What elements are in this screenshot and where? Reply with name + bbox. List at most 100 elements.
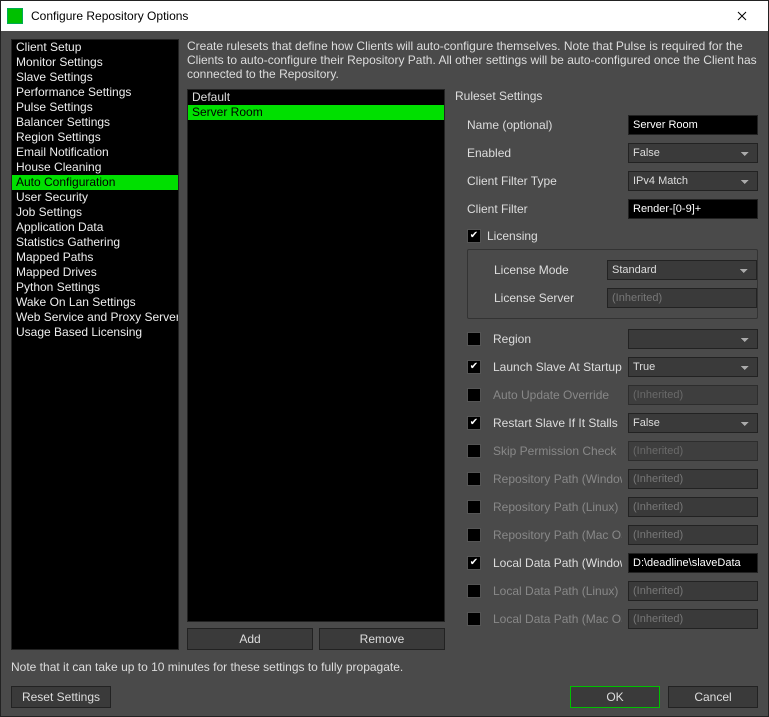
ruleset-column: DefaultServer Room Add Remove — [187, 89, 445, 650]
window-title: Configure Repository Options — [31, 9, 722, 23]
skipPerm-label: Skip Permission Check — [493, 444, 622, 458]
sidebar-item[interactable]: Balancer Settings — [12, 115, 178, 130]
localLinux-input[interactable] — [628, 581, 758, 601]
sidebar-item[interactable]: Region Settings — [12, 130, 178, 145]
restartSlave-input[interactable]: False — [628, 413, 758, 433]
localMac-checkbox[interactable] — [467, 612, 481, 626]
settings-title: Ruleset Settings — [455, 89, 758, 103]
localWin-label: Local Data Path (Windows) — [493, 556, 622, 570]
setting-row-localWin: Local Data Path (Windows) — [467, 549, 758, 577]
ruleset-item[interactable]: Default — [188, 90, 444, 105]
skipPerm-input[interactable]: (Inherited) — [628, 441, 758, 461]
add-button[interactable]: Add — [187, 628, 313, 650]
sidebar-item[interactable]: Performance Settings — [12, 85, 178, 100]
localLinux-checkbox[interactable] — [467, 584, 481, 598]
sidebar-item[interactable]: Mapped Drives — [12, 265, 178, 280]
name-input[interactable] — [628, 115, 758, 135]
licensing-label: Licensing — [487, 229, 538, 243]
sidebar-item[interactable]: Statistics Gathering — [12, 235, 178, 250]
sidebar-item[interactable]: Application Data — [12, 220, 178, 235]
setting-row-skipPerm: Skip Permission Check (Inherited) — [467, 437, 758, 465]
repoMac-checkbox[interactable] — [467, 528, 481, 542]
client-filter-type-label: Client Filter Type — [467, 174, 622, 188]
sidebar-item[interactable]: Python Settings — [12, 280, 178, 295]
ruleset-list[interactable]: DefaultServer Room — [187, 89, 445, 622]
enabled-select[interactable]: False — [628, 143, 758, 163]
content-area: Client SetupMonitor SettingsSlave Settin… — [1, 31, 768, 716]
setting-row-repoLinux: Repository Path (Linux) — [467, 493, 758, 521]
main-row: Client SetupMonitor SettingsSlave Settin… — [11, 39, 758, 650]
description-text: Create rulesets that define how Clients … — [187, 39, 758, 81]
restartSlave-checkbox[interactable] — [467, 416, 481, 430]
setting-row-launchSlave: Launch Slave At Startup True — [467, 353, 758, 381]
sidebar-item[interactable]: User Security — [12, 190, 178, 205]
repoWin-label: Repository Path (Windows) — [493, 472, 622, 486]
setting-row-repoWin: Repository Path (Windows) — [467, 465, 758, 493]
sidebar-item[interactable]: Mapped Paths — [12, 250, 178, 265]
enabled-label: Enabled — [467, 146, 622, 160]
repoWin-checkbox[interactable] — [467, 472, 481, 486]
launchSlave-label: Launch Slave At Startup — [493, 360, 622, 374]
repoWin-input[interactable] — [628, 469, 758, 489]
setting-row-repoMac: Repository Path (Mac OSX) — [467, 521, 758, 549]
setting-row-region: Region — [467, 325, 758, 353]
localMac-label: Local Data Path (Mac OSX) — [493, 612, 622, 626]
close-icon — [737, 11, 747, 21]
license-mode-select[interactable]: Standard — [607, 260, 757, 280]
sidebar-item[interactable]: Email Notification — [12, 145, 178, 160]
reset-settings-button[interactable]: Reset Settings — [11, 686, 111, 708]
sidebar-item[interactable]: Slave Settings — [12, 70, 178, 85]
cancel-button[interactable]: Cancel — [668, 686, 758, 708]
dialog-window: Configure Repository Options Client Setu… — [0, 0, 769, 717]
category-sidebar[interactable]: Client SetupMonitor SettingsSlave Settin… — [11, 39, 179, 650]
settings-panel: Ruleset Settings Name (optional) Enabled… — [455, 89, 758, 650]
sidebar-item[interactable]: Auto Configuration — [12, 175, 178, 190]
titlebar: Configure Repository Options — [1, 1, 768, 31]
sidebar-item[interactable]: Wake On Lan Settings — [12, 295, 178, 310]
license-mode-label: License Mode — [494, 263, 601, 277]
autoUpdate-label: Auto Update Override — [493, 388, 622, 402]
launchSlave-checkbox[interactable] — [467, 360, 481, 374]
repoLinux-checkbox[interactable] — [467, 500, 481, 514]
sidebar-item[interactable]: Web Service and Proxy Server — [12, 310, 178, 325]
autoUpdate-input[interactable]: (Inherited) — [628, 385, 758, 405]
sidebar-item[interactable]: Pulse Settings — [12, 100, 178, 115]
skipPerm-checkbox[interactable] — [467, 444, 481, 458]
repoMac-label: Repository Path (Mac OSX) — [493, 528, 622, 542]
licensing-checkbox[interactable] — [467, 229, 481, 243]
ok-button[interactable]: OK — [570, 686, 660, 708]
launchSlave-input[interactable]: True — [628, 357, 758, 377]
name-label: Name (optional) — [467, 118, 622, 132]
localMac-input[interactable] — [628, 609, 758, 629]
region-checkbox[interactable] — [467, 332, 481, 346]
setting-row-localLinux: Local Data Path (Linux) — [467, 577, 758, 605]
client-filter-input[interactable] — [628, 199, 758, 219]
ruleset-item[interactable]: Server Room — [188, 105, 444, 120]
close-button[interactable] — [722, 2, 762, 30]
licensing-group: License Mode Standard License Server — [467, 249, 758, 319]
setting-row-restartSlave: Restart Slave If It Stalls False — [467, 409, 758, 437]
repoLinux-label: Repository Path (Linux) — [493, 500, 622, 514]
remove-button[interactable]: Remove — [319, 628, 445, 650]
localWin-checkbox[interactable] — [467, 556, 481, 570]
client-filter-type-select[interactable]: IPv4 Match — [628, 171, 758, 191]
sidebar-item[interactable]: Client Setup — [12, 40, 178, 55]
setting-row-localMac: Local Data Path (Mac OSX) — [467, 605, 758, 633]
region-input[interactable] — [628, 329, 758, 349]
localLinux-label: Local Data Path (Linux) — [493, 584, 622, 598]
autoUpdate-checkbox[interactable] — [467, 388, 481, 402]
license-server-label: License Server — [494, 291, 601, 305]
setting-row-autoUpdate: Auto Update Override (Inherited) — [467, 381, 758, 409]
repoMac-input[interactable] — [628, 525, 758, 545]
client-filter-label: Client Filter — [467, 202, 622, 216]
sidebar-item[interactable]: Monitor Settings — [12, 55, 178, 70]
sidebar-item[interactable]: House Cleaning — [12, 160, 178, 175]
repoLinux-input[interactable] — [628, 497, 758, 517]
footer-buttons: Reset Settings OK Cancel — [11, 682, 758, 716]
sidebar-item[interactable]: Usage Based Licensing — [12, 325, 178, 340]
sidebar-item[interactable]: Job Settings — [12, 205, 178, 220]
localWin-input[interactable] — [628, 553, 758, 573]
footer-note: Note that it can take up to 10 minutes f… — [11, 656, 758, 676]
restartSlave-label: Restart Slave If It Stalls — [493, 416, 622, 430]
license-server-input[interactable] — [607, 288, 757, 308]
